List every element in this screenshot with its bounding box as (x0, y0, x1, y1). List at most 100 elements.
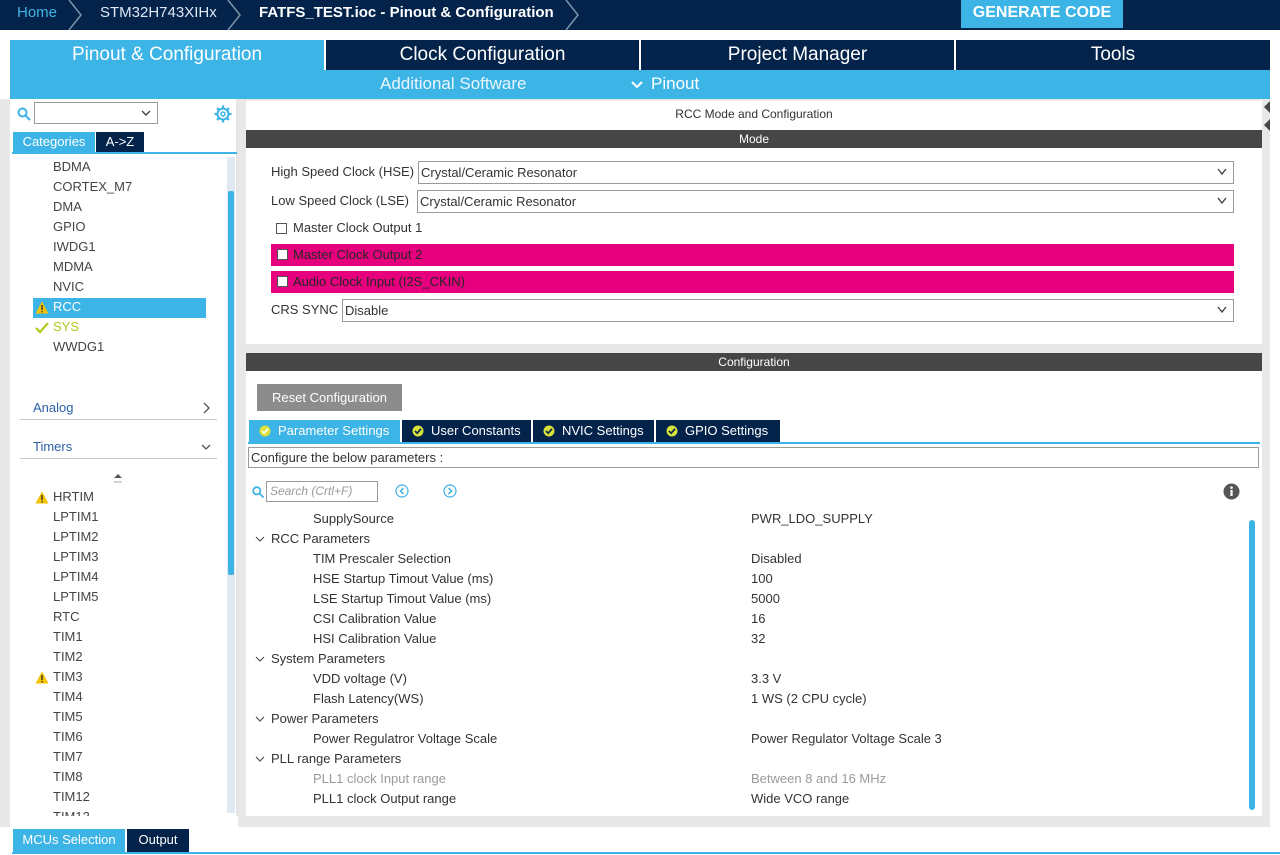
list-item-rcc[interactable]: RCC (53, 297, 81, 317)
list-item-tim4[interactable]: TIM4 (53, 687, 83, 707)
mode-band: Mode (246, 130, 1262, 148)
list-item-tim8[interactable]: TIM8 (53, 767, 83, 787)
param-value: 3.3 V (751, 671, 782, 686)
reset-configuration-button[interactable]: Reset Configuration (257, 384, 402, 411)
pinout-menu[interactable]: Pinout (651, 70, 699, 99)
sort-icon[interactable] (114, 474, 122, 484)
param-row[interactable]: CSI Calibration Value 16 (246, 609, 1246, 629)
breadcrumb-home[interactable]: Home (17, 0, 57, 30)
mco1-checkbox[interactable] (276, 223, 287, 234)
list-item-tim1[interactable]: TIM1 (53, 627, 83, 647)
warning-icon (35, 491, 49, 504)
lse-label: Low Speed Clock (LSE) (271, 193, 410, 208)
tab-user-constants[interactable]: User Constants (402, 420, 531, 442)
previous-match-icon[interactable] (395, 484, 409, 498)
breadcrumb-separator-icon (68, 0, 82, 30)
list-item-lptim1[interactable]: LPTIM1 (53, 507, 99, 527)
tab-parameter-settings[interactable]: Parameter Settings (249, 420, 400, 442)
tab-nvic-settings[interactable]: NVIC Settings (533, 420, 654, 442)
chevron-down-icon (1217, 168, 1227, 176)
chevron-down-icon (1217, 197, 1227, 205)
check-circle-icon (666, 425, 678, 437)
param-group[interactable]: System Parameters (246, 649, 1246, 669)
param-value: 5000 (751, 591, 780, 606)
generate-code-button[interactable]: GENERATE CODE (961, 0, 1123, 28)
search-icon[interactable] (17, 107, 31, 121)
param-value: PWR_LDO_SUPPLY (751, 511, 873, 526)
list-item-tim5[interactable]: TIM5 (53, 707, 83, 727)
list-item-dma[interactable]: DMA (53, 197, 82, 217)
tab-mcus-selection[interactable]: MCUs Selection (13, 829, 125, 852)
param-row[interactable]: LSE Startup Timout Value (ms) 5000 (246, 589, 1246, 609)
warning-icon (35, 671, 49, 684)
list-item-lptim4[interactable]: LPTIM4 (53, 567, 99, 587)
list-item-lptim2[interactable]: LPTIM2 (53, 527, 99, 547)
list-item-tim13[interactable]: TIM13 (53, 807, 90, 816)
list-item-hrtim[interactable]: HRTIM (53, 487, 94, 507)
list-item-bdma[interactable]: BDMA (53, 157, 91, 177)
list-item-cortex-m7[interactable]: CORTEX_M7 (53, 177, 132, 197)
parameters-scrollbar-thumb[interactable] (1249, 520, 1255, 810)
list-item-lptim3[interactable]: LPTIM3 (53, 547, 99, 567)
i2s-ckin-checkbox[interactable] (277, 276, 288, 287)
category-timers[interactable]: Timers (20, 437, 217, 459)
gear-icon[interactable] (214, 105, 232, 123)
list-item-gpio[interactable]: GPIO (53, 217, 86, 237)
lse-select[interactable]: Crystal/Ceramic Resonator (417, 190, 1234, 213)
configure-hint: Configure the below parameters : (248, 447, 1259, 468)
list-item-tim7[interactable]: TIM7 (53, 747, 83, 767)
category-analog[interactable]: Analog (20, 398, 217, 420)
param-group[interactable]: Power Parameters (246, 709, 1246, 729)
param-name: HSE Startup Timout Value (ms) (313, 571, 494, 586)
tab-project-manager[interactable]: Project Manager (641, 40, 954, 70)
tab-tools[interactable]: Tools (956, 40, 1270, 70)
param-group[interactable]: RCC Parameters (246, 529, 1246, 549)
list-item-tim12[interactable]: TIM12 (53, 787, 90, 807)
mco2-checkbox[interactable] (277, 249, 288, 260)
list-item-lptim5[interactable]: LPTIM5 (53, 587, 99, 607)
left-scrollbar-thumb[interactable] (228, 191, 234, 575)
param-group[interactable]: PLL range Parameters (246, 749, 1246, 769)
list-item-rtc[interactable]: RTC (53, 607, 79, 627)
param-row[interactable]: SupplySource PWR_LDO_SUPPLY (246, 509, 1246, 529)
additional-software-menu[interactable]: Additional Software (380, 70, 526, 99)
param-row[interactable]: Flash Latency(WS) 1 WS (2 CPU cycle) (246, 689, 1246, 709)
chevron-down-icon (255, 716, 265, 722)
list-item-iwdg1[interactable]: IWDG1 (53, 237, 96, 257)
tab-gpio-settings[interactable]: GPIO Settings (656, 420, 780, 442)
tab-clock-configuration[interactable]: Clock Configuration (326, 40, 639, 70)
mode-panel: RCC Mode and Configuration Mode High Spe… (246, 101, 1262, 344)
category-filter-combo[interactable] (34, 102, 158, 124)
list-item-wwdg1[interactable]: WWDG1 (53, 337, 104, 357)
list-item-sys[interactable]: SYS (53, 317, 79, 337)
list-item-nvic[interactable]: NVIC (53, 277, 84, 297)
check-circle-icon (412, 425, 424, 437)
info-icon[interactable] (1223, 483, 1240, 500)
param-row[interactable]: VDD voltage (V) 3.3 V (246, 669, 1246, 689)
breadcrumb-file[interactable]: FATFS_TEST.ioc - Pinout & Configuration (259, 0, 554, 30)
collapse-arrows-icon[interactable] (1262, 99, 1270, 139)
mco1-label: Master Clock Output 1 (293, 220, 423, 235)
group-name: PLL range Parameters (271, 751, 402, 766)
list-item-tim2[interactable]: TIM2 (53, 647, 83, 667)
param-row[interactable]: Power Regulatror Voltage Scale Power Reg… (246, 729, 1246, 749)
tab-output[interactable]: Output (127, 829, 189, 852)
tab-pinout-configuration[interactable]: Pinout & Configuration (10, 40, 324, 70)
list-item-mdma[interactable]: MDMA (53, 257, 93, 277)
tab-categories[interactable]: Categories (13, 132, 95, 152)
param-row[interactable]: HSE Startup Timout Value (ms) 100 (246, 569, 1246, 589)
list-item-tim6[interactable]: TIM6 (53, 727, 83, 747)
parameter-search-input[interactable]: Search (Crtl+F) (266, 481, 378, 502)
next-match-icon[interactable] (443, 484, 457, 498)
hse-select[interactable]: Crystal/Ceramic Resonator (418, 161, 1234, 184)
tab-a-to-z[interactable]: A->Z (96, 132, 144, 152)
param-row[interactable]: TIM Prescaler Selection Disabled (246, 549, 1246, 569)
param-row[interactable]: HSI Calibration Value 32 (246, 629, 1246, 649)
param-name: Flash Latency(WS) (313, 691, 424, 706)
crs-sync-select[interactable]: Disable (342, 299, 1234, 322)
param-name: LSE Startup Timout Value (ms) (313, 591, 492, 606)
list-item-tim3[interactable]: TIM3 (53, 667, 83, 687)
breadcrumb-mcu[interactable]: STM32H743XIHx (100, 0, 217, 30)
param-row: PLL1 clock Input range Between 8 and 16 … (246, 769, 1246, 789)
param-row[interactable]: PLL1 clock Output range Wide VCO range (246, 789, 1246, 809)
